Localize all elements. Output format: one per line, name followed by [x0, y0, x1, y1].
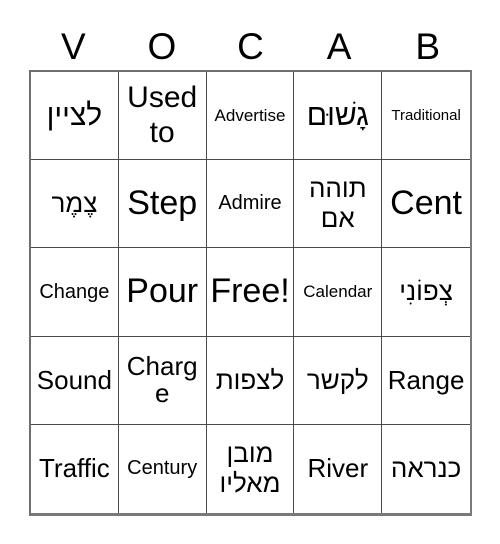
bingo-cell-label: Range: [387, 364, 465, 395]
bingo-cell-label: Used to: [127, 81, 198, 149]
bingo-card: V O C A B לציין Used to Advertise גָשׁוּם Tr…: [0, 0, 500, 544]
bingo-cell-label: מובן מאליו: [219, 438, 281, 498]
bingo-cell[interactable]: לקשר: [294, 336, 383, 425]
bingo-cell[interactable]: Century: [118, 424, 207, 513]
bingo-cell[interactable]: Cent: [382, 160, 470, 249]
bingo-cell[interactable]: Charge: [118, 336, 207, 425]
bingo-cell[interactable]: גָשׁוּם: [294, 72, 383, 161]
bingo-cell[interactable]: לציין: [31, 72, 119, 161]
bingo-cell[interactable]: Calendar: [294, 248, 383, 337]
bingo-cell[interactable]: Admire: [206, 160, 295, 249]
bingo-cell-label: תוהה אם: [308, 173, 367, 233]
bingo-cell-label: Pour: [126, 272, 199, 311]
bingo-header-row: V O C A B: [29, 22, 472, 70]
bingo-cell-label: לקשר: [306, 364, 369, 395]
bingo-cell-label: לצפות: [215, 364, 285, 395]
bingo-cell[interactable]: Traditional: [382, 72, 470, 161]
bingo-cell[interactable]: Sound: [31, 336, 119, 425]
bingo-cell[interactable]: Step: [118, 160, 207, 249]
bingo-cell-label: Cent: [390, 184, 462, 223]
bingo-cell-label: Calendar: [303, 282, 373, 302]
header-letter-0: V: [60, 25, 86, 67]
bingo-cell-label: Step: [127, 184, 198, 223]
bingo-cell-label: לציין: [46, 99, 103, 132]
header-letter-2: C: [237, 25, 264, 67]
bingo-cell[interactable]: תוהה אם: [294, 160, 383, 249]
bingo-cell-label: River: [307, 453, 369, 484]
bingo-cell-label: כנראה: [390, 453, 462, 484]
bingo-cell-label: Sound: [36, 364, 112, 395]
bingo-cell[interactable]: צֶמֶר: [31, 160, 119, 249]
bingo-cell-label: Charge: [126, 351, 198, 409]
bingo-cell-label: Traditional: [391, 106, 461, 124]
bingo-cell[interactable]: כנראה: [382, 424, 470, 513]
bingo-cell[interactable]: Advertise: [206, 72, 295, 161]
bingo-cell-label: Traffic: [39, 453, 110, 484]
bingo-cell[interactable]: Range: [382, 336, 470, 425]
bingo-cell-label: Change: [39, 280, 110, 303]
bingo-cell[interactable]: River: [294, 424, 383, 513]
bingo-cell-label: Free!: [210, 272, 290, 311]
bingo-cell[interactable]: מובן מאליו: [206, 424, 295, 513]
bingo-cell[interactable]: Change: [31, 248, 119, 337]
bingo-grid: לציין Used to Advertise גָשׁוּם Traditional צ…: [29, 70, 472, 516]
bingo-cell[interactable]: לצפות: [206, 336, 295, 425]
header-letter-1: O: [147, 25, 177, 67]
header-letter-3: A: [326, 25, 352, 67]
bingo-cell[interactable]: Used to: [118, 72, 207, 161]
bingo-cell-label: צֶמֶר: [51, 188, 98, 219]
header-letter-4: B: [415, 25, 441, 67]
bingo-cell-label: Admire: [218, 192, 282, 215]
bingo-cell[interactable]: Traffic: [31, 424, 119, 513]
bingo-cell[interactable]: צְפוֹנִי: [382, 248, 470, 337]
bingo-cell-label: גָשׁוּם: [306, 99, 369, 132]
bingo-cell[interactable]: Pour: [118, 248, 207, 337]
bingo-cell-label: צְפוֹנִי: [399, 276, 453, 307]
bingo-cell[interactable]: Free!: [206, 248, 295, 337]
bingo-cell-label: Advertise: [214, 105, 286, 125]
bingo-cell-label: Century: [127, 457, 198, 480]
